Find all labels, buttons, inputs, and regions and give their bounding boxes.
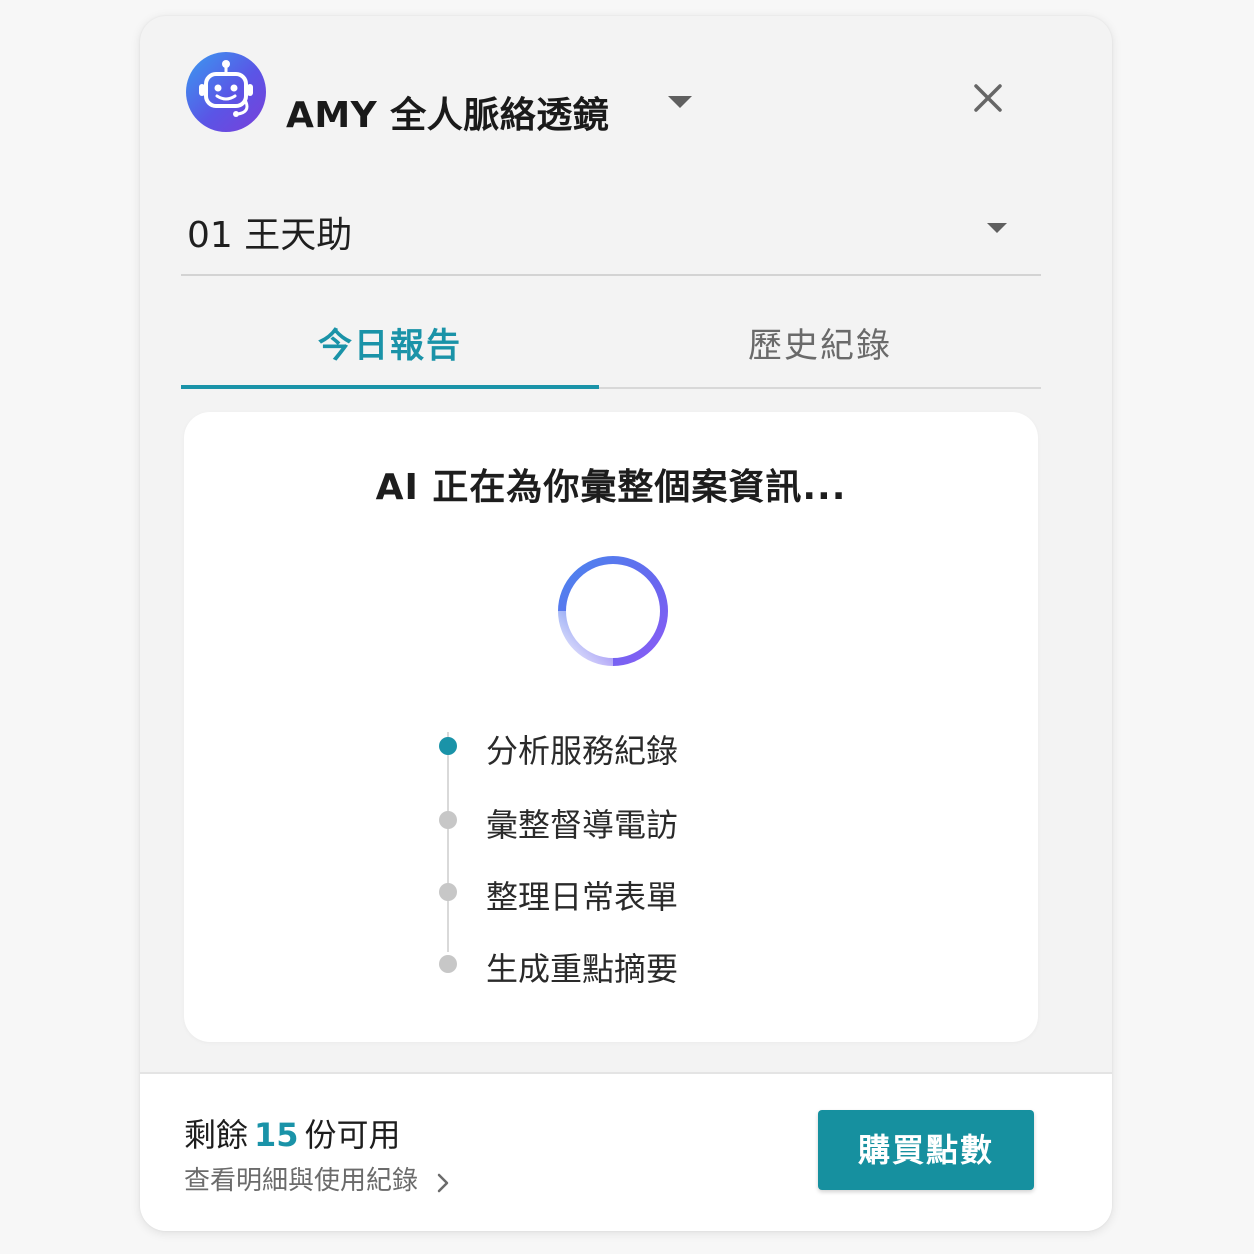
step-label: 整理日常表單	[486, 878, 679, 916]
buy-points-button[interactable]: 購買點數	[818, 1110, 1034, 1190]
tab-history[interactable]: 歷史紀錄	[599, 286, 1041, 387]
step-pending-dot	[439, 883, 457, 901]
step-pending-dot	[439, 811, 457, 829]
step-item: 分析服務紀錄	[434, 726, 794, 770]
chevron-down-icon	[983, 214, 1011, 242]
tab-today-report[interactable]: 今日報告	[181, 286, 599, 389]
robot-avatar-icon	[186, 52, 266, 132]
remaining-quota: 剩餘 15 份可用	[184, 1110, 401, 1156]
step-pending-dot	[439, 955, 457, 973]
step-item: 生成重點摘要	[434, 944, 794, 988]
tab-history-label: 歷史紀錄	[748, 326, 892, 366]
report-tabs: 今日報告 歷史紀錄	[181, 286, 1041, 389]
loading-title: AI 正在為你彙整個案資訊...	[375, 467, 847, 508]
remaining-prefix: 剩餘	[184, 1116, 249, 1154]
loading-spinner-icon	[552, 550, 674, 672]
step-label: 生成重點摘要	[486, 950, 679, 988]
case-selector[interactable]: 01 王天助	[181, 186, 1041, 276]
usage-details-label: 查看明細與使用紀錄	[184, 1166, 419, 1196]
amy-panel: AMY 全人脈絡透鏡 01 王天助 今日報告 歷史紀錄 AI 正在為你彙整個案資…	[140, 16, 1112, 1231]
step-label: 彙整督導電訪	[486, 806, 679, 844]
panel-footer: 剩餘 15 份可用 查看明細與使用紀錄 購買點數	[140, 1072, 1112, 1231]
panel-header: AMY 全人脈絡透鏡	[140, 16, 1112, 166]
chevron-right-icon	[432, 1171, 454, 1193]
step-item: 整理日常表單	[434, 872, 794, 916]
step-item: 彙整督導電訪	[434, 800, 794, 844]
tab-today-report-label: 今日報告	[318, 326, 462, 366]
close-icon[interactable]	[966, 76, 1010, 120]
app-switch-dropdown-icon[interactable]	[660, 82, 700, 122]
step-active-dot	[439, 737, 457, 755]
case-selector-value: 01 王天助	[187, 215, 353, 256]
usage-details-link[interactable]: 查看明細與使用紀錄	[184, 1160, 454, 1197]
step-label: 分析服務紀錄	[486, 732, 679, 770]
active-tab-indicator	[181, 385, 599, 389]
remaining-suffix: 份可用	[304, 1116, 401, 1154]
progress-steps: 分析服務紀錄 彙整督導電訪 整理日常表單 生成重點摘要	[434, 712, 794, 1012]
app-title: AMY 全人脈絡透鏡	[286, 95, 610, 136]
loading-card: AI 正在為你彙整個案資訊... 分析服務紀錄 彙整督導電訪 整理日常表單 生成…	[184, 412, 1038, 1042]
remaining-count: 15	[254, 1116, 299, 1154]
